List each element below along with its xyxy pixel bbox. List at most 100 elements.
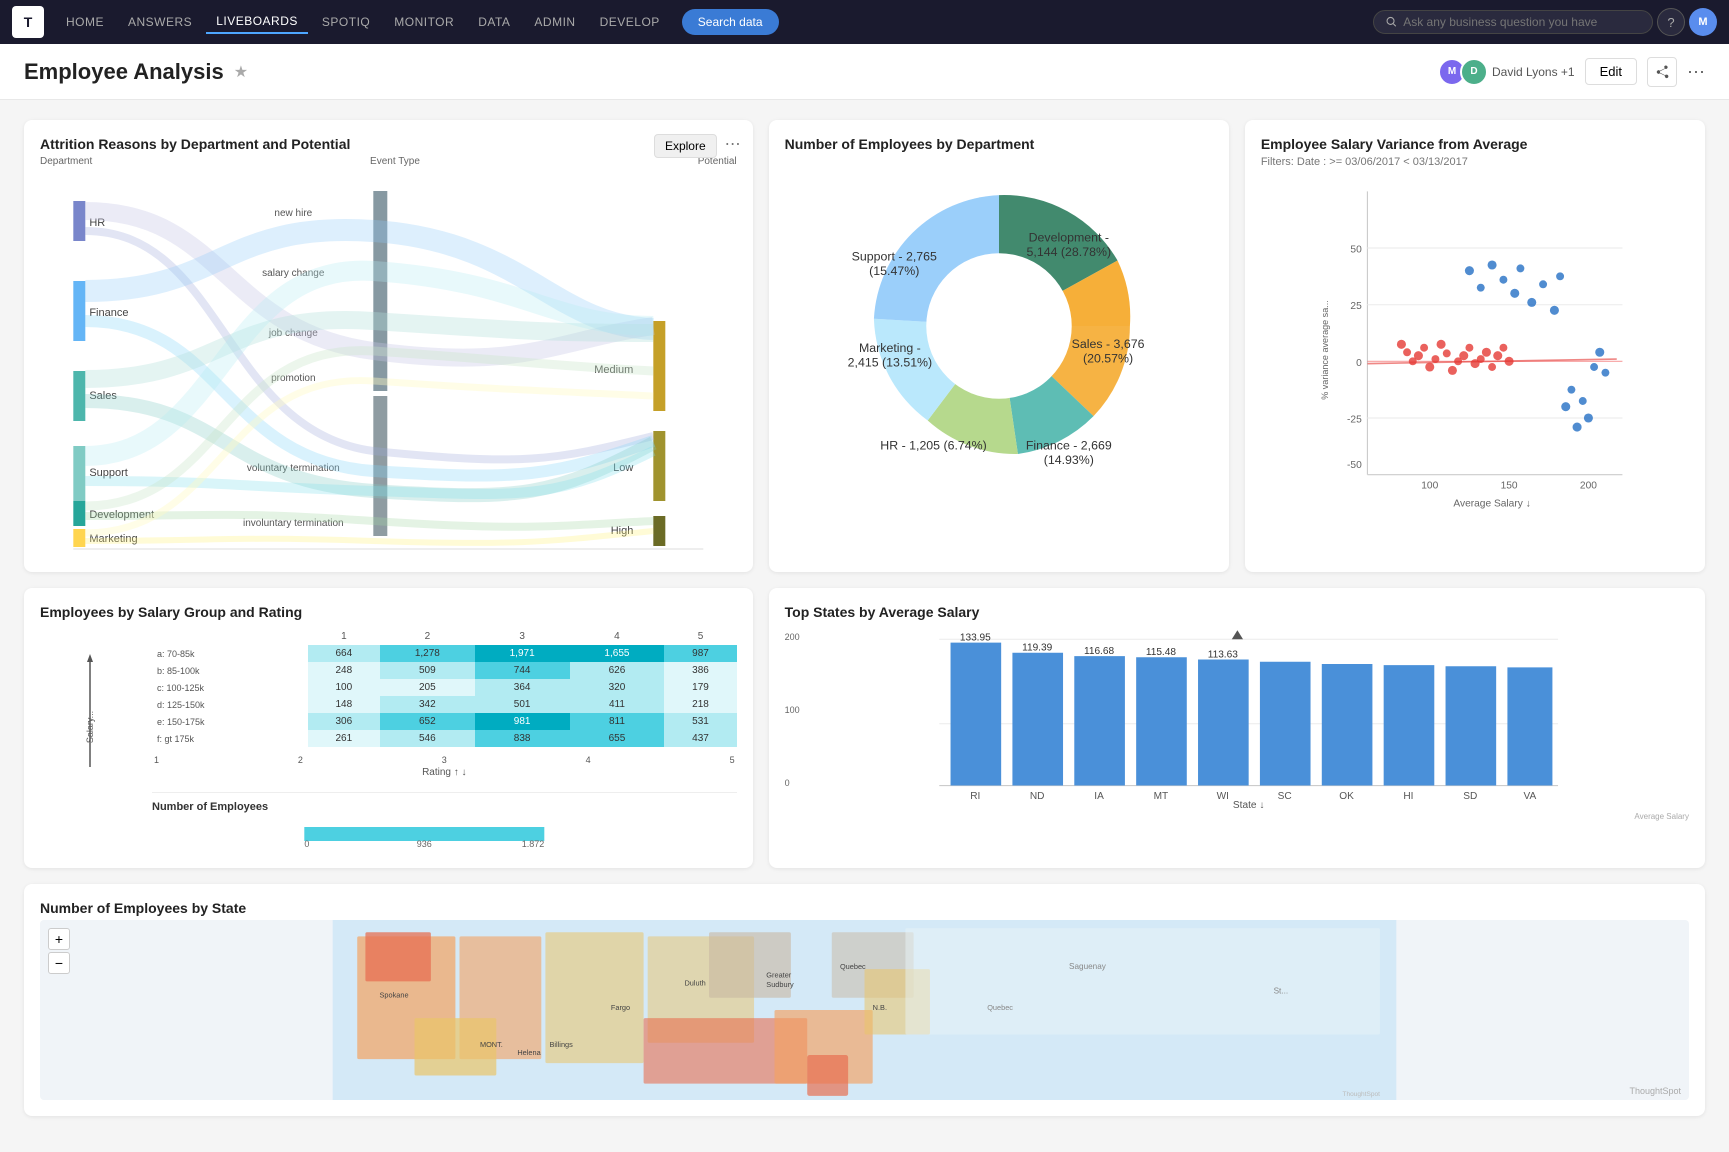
attrition-chart-title: Attrition Reasons by Department and Pote… — [40, 136, 737, 152]
svg-text:HI: HI — [1403, 791, 1413, 802]
salary-group-card: Employees by Salary Group and Rating Sal… — [24, 588, 753, 868]
collaborator-avatar-d: D — [1460, 58, 1488, 86]
bar-section-label: Number of Employees — [152, 801, 737, 813]
collaborator-label: David Lyons +1 — [1492, 65, 1575, 79]
svg-text:Quebec: Quebec — [987, 1003, 1013, 1012]
nav-liveboards[interactable]: LIVEBOARDS — [206, 10, 308, 34]
search-icon — [1386, 16, 1397, 28]
svg-text:State ↓: State ↓ — [1233, 800, 1264, 808]
nav-answers[interactable]: ANSWERS — [118, 11, 202, 33]
top-states-bar-svg: 133.95 RI 119.39 ND 116.68 IA 115.48 MT … — [808, 628, 1689, 808]
svg-text:0: 0 — [304, 839, 309, 847]
svg-text:new hire: new hire — [274, 208, 312, 219]
svg-text:St...: St... — [1274, 987, 1289, 996]
svg-text:SD: SD — [1463, 791, 1477, 802]
nav-home[interactable]: HOME — [56, 11, 114, 33]
us-map-svg: Spokane Helena MONT. Billings Fargo Dulu… — [40, 920, 1689, 1100]
page-title: Employee Analysis — [24, 59, 224, 85]
edit-button[interactable]: Edit — [1585, 58, 1637, 85]
share-icon — [1655, 65, 1669, 79]
svg-text:(15.47%): (15.47%) — [869, 264, 919, 278]
collaborators-group: M D David Lyons +1 — [1438, 58, 1575, 86]
user-avatar[interactable]: M — [1689, 8, 1717, 36]
charts-row-1: Attrition Reasons by Department and Pote… — [24, 120, 1705, 572]
heatmap-table: 12345 a: 70-85k 664 1,278 1,971 1,655 98… — [152, 628, 737, 747]
main-content: Attrition Reasons by Department and Pote… — [0, 100, 1729, 1152]
svg-text:150: 150 — [1500, 480, 1517, 491]
svg-text:0: 0 — [1356, 358, 1362, 369]
svg-text:100: 100 — [1421, 480, 1438, 491]
svg-text:(20.57%): (20.57%) — [1083, 351, 1133, 365]
favorite-icon[interactable]: ★ — [234, 62, 248, 82]
top-navigation: T HOME ANSWERS LIVEBOARDS SPOTIQ MONITOR… — [0, 0, 1729, 44]
nav-admin[interactable]: ADMIN — [524, 11, 585, 33]
sankey-chart-svg: HR Finance Sales Support Development Mar… — [40, 171, 737, 551]
nav-data[interactable]: DATA — [468, 11, 520, 33]
employees-state-title: Number of Employees by State — [40, 900, 1689, 916]
svg-text:Finance - 2,669: Finance - 2,669 — [1026, 439, 1112, 453]
svg-text:50: 50 — [1350, 245, 1362, 256]
map-zoom-controls: + − — [48, 928, 70, 974]
svg-text:Quebec: Quebec — [840, 962, 866, 971]
page-header: Employee Analysis ★ M D David Lyons +1 E… — [0, 44, 1729, 100]
search-data-button[interactable]: Search data — [682, 9, 779, 35]
sankey-labels-top: Department Event Type Potential — [40, 156, 737, 167]
svg-text:HR - 1,205 (6.74%): HR - 1,205 (6.74%) — [880, 439, 986, 453]
svg-text:1,872: 1,872 — [522, 839, 545, 847]
svg-text:WI: WI — [1216, 791, 1228, 802]
donut-chart-container: Development - 5,144 (28.78%) Sales - 3,6… — [785, 156, 1213, 496]
svg-text:133.95: 133.95 — [959, 632, 990, 643]
svg-text:MT: MT — [1153, 791, 1168, 802]
svg-text:Billings: Billings — [550, 1040, 574, 1049]
svg-text:OK: OK — [1339, 791, 1354, 802]
explore-button[interactable]: Explore — [654, 134, 717, 158]
attrition-chart-card: Attrition Reasons by Department and Pote… — [24, 120, 753, 572]
nav-spotiq[interactable]: SPOTIQ — [312, 11, 380, 33]
svg-text:VA: VA — [1523, 791, 1536, 802]
svg-text:RI: RI — [970, 791, 980, 802]
svg-text:SC: SC — [1277, 791, 1291, 802]
salary-variance-card: Employee Salary Variance from Average Fi… — [1245, 120, 1705, 572]
top-states-card: Top States by Average Salary 200 100 0 — [769, 588, 1705, 868]
zoom-in-button[interactable]: + — [48, 928, 70, 950]
nav-monitor[interactable]: MONITOR — [384, 11, 464, 33]
charts-row-2: Employees by Salary Group and Rating Sal… — [24, 588, 1705, 868]
zoom-out-button[interactable]: − — [48, 952, 70, 974]
app-logo[interactable]: T — [12, 6, 44, 38]
help-button[interactable]: ? — [1657, 8, 1685, 36]
ai-search-bar[interactable] — [1373, 10, 1653, 34]
svg-text:2,415 (13.51%): 2,415 (13.51%) — [847, 356, 932, 370]
salary-variance-title: Employee Salary Variance from Average — [1261, 136, 1689, 152]
employees-state-card: Number of Employees by State + − — [24, 884, 1705, 1116]
svg-text:119.39: 119.39 — [1022, 643, 1053, 654]
rating-axis-label: Rating ↑ ↓ — [152, 767, 737, 778]
salary-variance-subtitle: Filters: Date : >= 03/06/2017 < 03/13/20… — [1261, 156, 1689, 168]
svg-text:116.68: 116.68 — [1084, 646, 1115, 657]
svg-text:N.B.: N.B. — [873, 1003, 887, 1012]
svg-text:Average Salary ↓: Average Salary ↓ — [1453, 498, 1530, 509]
ai-search-input[interactable] — [1403, 15, 1640, 29]
svg-text:Duluth: Duluth — [685, 978, 706, 987]
nav-develop[interactable]: DEVELOP — [590, 11, 670, 33]
svg-text:Development -: Development - — [1028, 231, 1108, 245]
scatter-chart-container: 50 25 0 -25 -50 100 150 200 % variance a… — [1261, 180, 1689, 520]
svg-text:Saguenay: Saguenay — [1069, 962, 1107, 971]
label-department: Department — [40, 156, 92, 167]
scatter-chart-svg: 50 25 0 -25 -50 100 150 200 % variance a… — [1261, 180, 1689, 520]
thoughtspot-logo: ThoughtSpot — [1629, 1086, 1681, 1096]
svg-text:Fargo: Fargo — [611, 1003, 630, 1012]
svg-text:(14.93%): (14.93%) — [1043, 453, 1093, 467]
svg-text:Spokane: Spokane — [380, 991, 409, 1000]
more-options-button[interactable]: ··· — [1687, 61, 1705, 82]
svg-text:25: 25 — [1350, 301, 1362, 312]
employees-dept-card: Number of Employees by Department — [769, 120, 1229, 572]
employees-dept-title: Number of Employees by Department — [785, 136, 1213, 152]
svg-text:IA: IA — [1094, 791, 1104, 802]
avg-salary-y-label: Average Salary — [785, 812, 1689, 821]
heatmap-bar-chart: 0 936 1,872 — [152, 819, 737, 847]
svg-text:Sudbury: Sudbury — [766, 980, 794, 989]
attrition-card-menu[interactable]: ⋯ — [725, 134, 741, 154]
svg-text:Marketing -: Marketing - — [859, 341, 921, 355]
svg-text:MONT.: MONT. — [480, 1040, 503, 1049]
share-button[interactable] — [1647, 57, 1677, 87]
